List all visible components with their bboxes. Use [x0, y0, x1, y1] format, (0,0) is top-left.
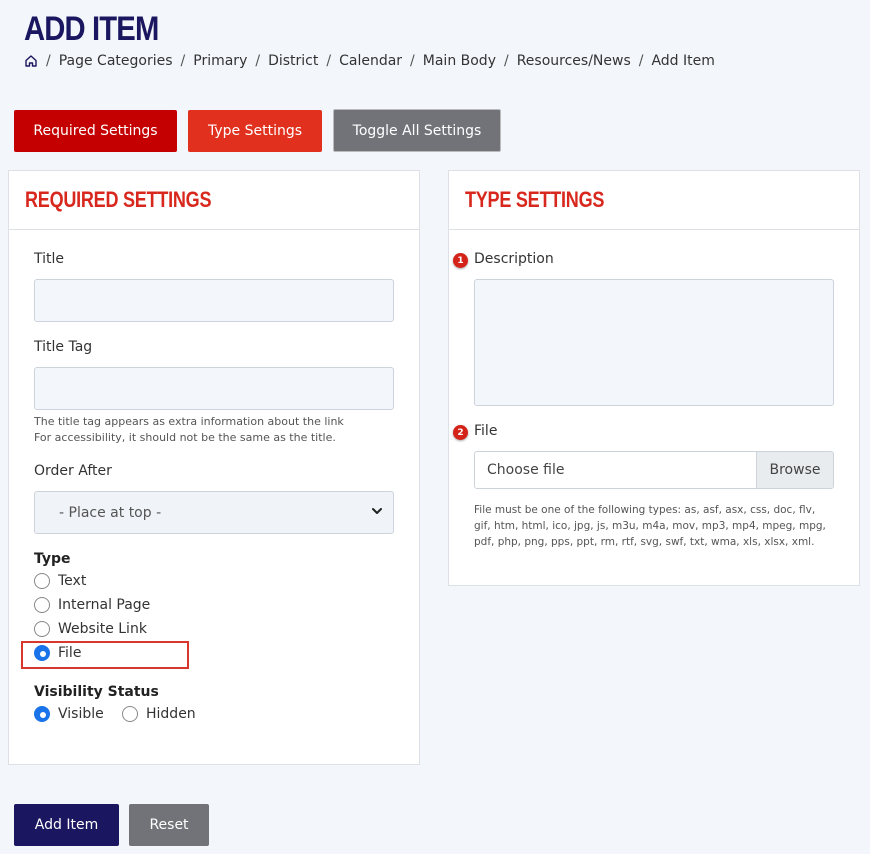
required-settings-header: REQUIRED SETTINGS	[9, 171, 419, 230]
toggle-all-settings-button[interactable]: Toggle All Settings	[333, 109, 501, 152]
breadcrumb-item-main-body[interactable]: Main Body	[423, 53, 496, 69]
home-icon[interactable]	[24, 54, 38, 68]
step-badge-2: 2	[453, 425, 468, 440]
add-item-button[interactable]: Add Item	[14, 804, 119, 846]
breadcrumb-item-add-item: Add Item	[651, 53, 715, 69]
type-option-label: Internal Page	[58, 597, 151, 613]
breadcrumb-item-resources-news[interactable]: Resources/News	[517, 53, 631, 69]
file-upload-input[interactable]: Choose file Browse	[474, 451, 834, 489]
required-settings-heading: REQUIRED SETTINGS	[25, 187, 212, 212]
breadcrumb-separator: /	[255, 53, 261, 69]
title-tag-help-line-1: The title tag appears as extra informati…	[34, 415, 344, 428]
breadcrumb-separator: /	[410, 53, 415, 69]
type-settings-button[interactable]: Type Settings	[188, 110, 322, 152]
choose-file-placeholder[interactable]: Choose file	[475, 452, 756, 488]
breadcrumb-separator: /	[638, 53, 644, 69]
radio-icon[interactable]	[34, 573, 50, 589]
radio-icon[interactable]	[122, 706, 138, 722]
reset-button[interactable]: Reset	[129, 804, 209, 846]
file-types-help-line-1: File must be one of the following types:…	[474, 504, 816, 516]
breadcrumb-separator: /	[180, 53, 186, 69]
step-badge-1: 1	[453, 253, 468, 268]
browse-button[interactable]: Browse	[756, 452, 833, 488]
required-settings-button[interactable]: Required Settings	[14, 110, 177, 152]
type-option-internal-page[interactable]: Internal Page	[34, 597, 150, 613]
page-title: ADD ITEM	[24, 10, 159, 48]
breadcrumb-item-page-categories[interactable]: Page Categories	[59, 53, 173, 69]
breadcrumb-separator: /	[326, 53, 332, 69]
breadcrumb-item-primary[interactable]: Primary	[193, 53, 247, 69]
breadcrumb-item-district[interactable]: District	[268, 53, 318, 69]
visibility-option-label: Visible	[58, 706, 104, 722]
order-after-select[interactable]: - Place at top -	[34, 491, 394, 534]
description-textarea[interactable]	[474, 279, 834, 406]
breadcrumb-separator: /	[503, 53, 509, 69]
type-option-label: Text	[58, 573, 87, 589]
type-option-text[interactable]: Text	[34, 573, 86, 589]
chevron-down-icon	[371, 505, 383, 521]
annotation-highlight-box	[21, 641, 189, 669]
type-option-website-link[interactable]: Website Link	[34, 621, 147, 637]
title-tag-input[interactable]	[34, 367, 394, 410]
breadcrumb: / Page Categories / Primary / District /…	[24, 53, 715, 69]
radio-icon[interactable]	[34, 597, 50, 613]
title-tag-help-line-2: For accessibility, it should not be the …	[34, 431, 336, 444]
order-after-label: Order After	[34, 463, 112, 479]
type-settings-header: TYPE SETTINGS	[449, 171, 859, 230]
visibility-option-label: Hidden	[146, 706, 196, 722]
breadcrumb-item-calendar[interactable]: Calendar	[339, 53, 402, 69]
visibility-option-hidden[interactable]: Hidden	[122, 706, 196, 722]
title-tag-label: Title Tag	[34, 339, 93, 355]
order-after-value: - Place at top -	[59, 504, 162, 521]
visibility-option-visible[interactable]: Visible	[34, 706, 104, 722]
file-label: File	[474, 423, 498, 439]
visibility-status-label: Visibility Status	[34, 684, 159, 700]
title-label: Title	[34, 251, 65, 267]
radio-icon[interactable]	[34, 621, 50, 637]
type-label: Type	[34, 551, 71, 567]
type-settings-heading: TYPE SETTINGS	[465, 187, 605, 212]
type-option-label: Website Link	[58, 621, 147, 637]
title-input[interactable]	[34, 279, 394, 322]
description-label: Description	[474, 251, 554, 267]
file-types-help-line-3: pdf, php, png, pps, ppt, rm, rtf, svg, s…	[474, 536, 815, 548]
breadcrumb-separator: /	[46, 53, 51, 69]
file-types-help-line-2: gif, htm, html, ico, jpg, js, m3u, m4a, …	[474, 520, 826, 532]
radio-checked-icon[interactable]	[34, 706, 50, 722]
